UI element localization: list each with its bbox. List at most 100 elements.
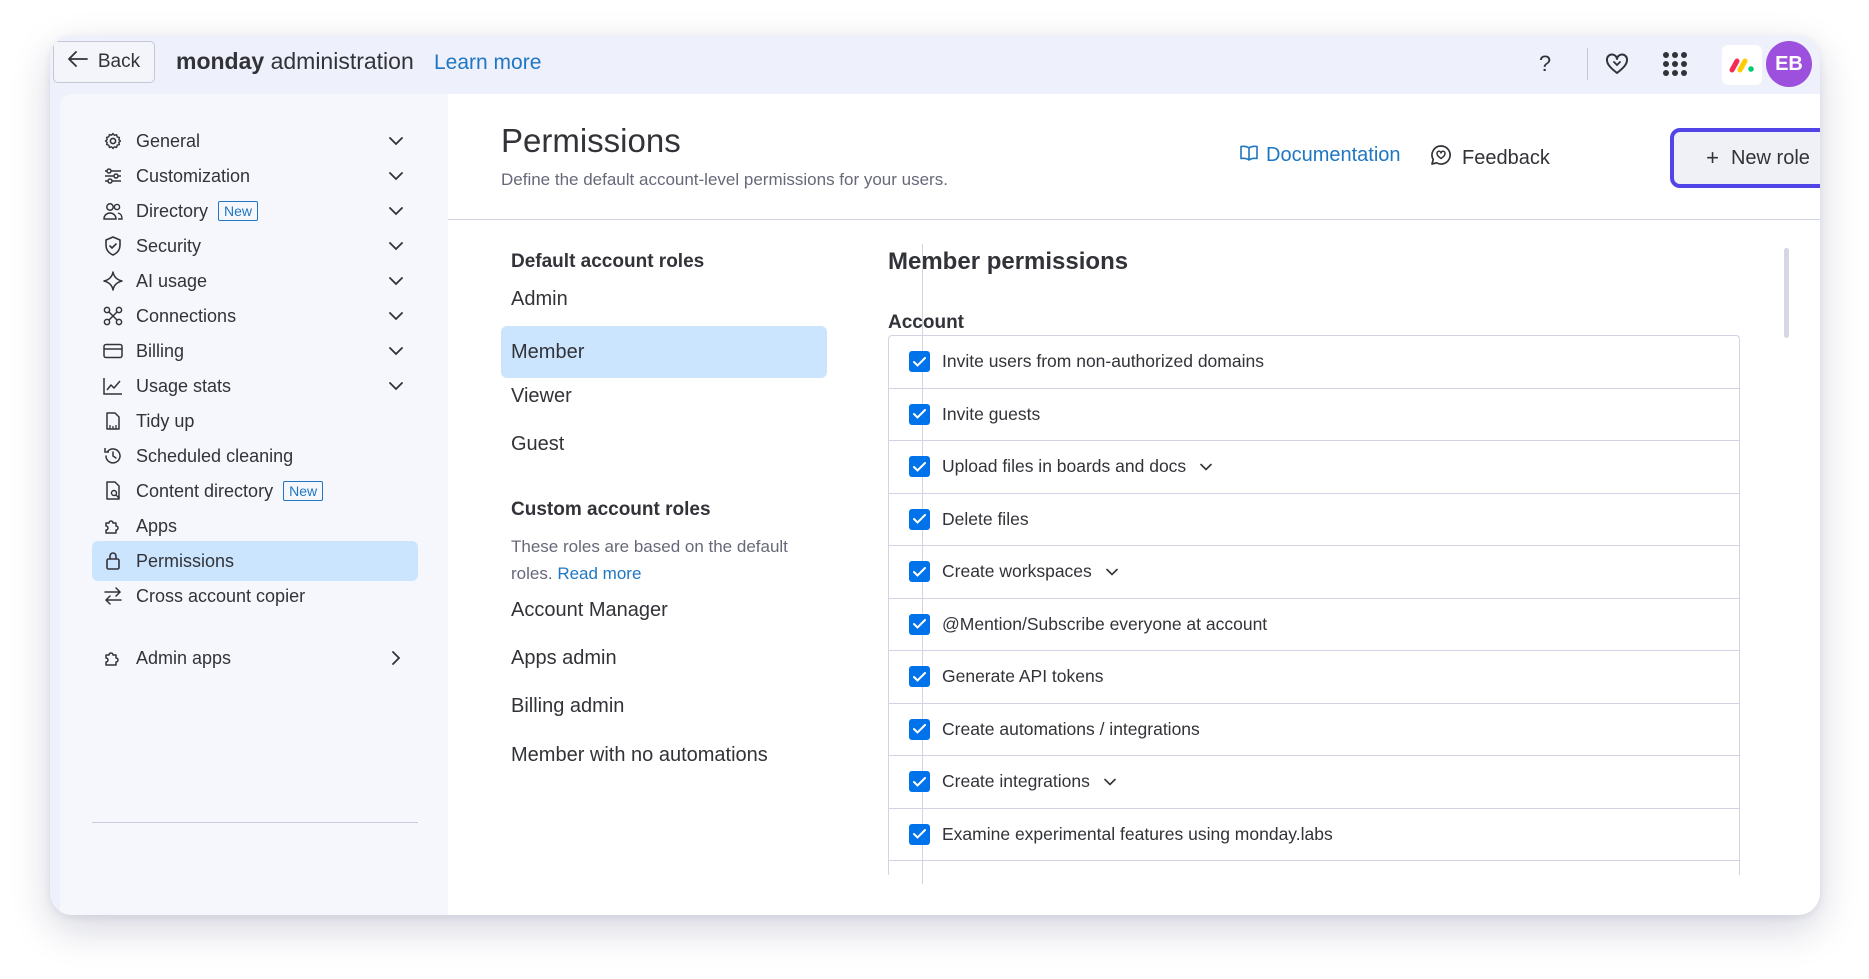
permission-label: Invite guests: [942, 403, 1041, 424]
role-item-apps-admin[interactable]: Apps admin: [501, 632, 827, 684]
permission-label: Upload files in boards and docs: [942, 456, 1187, 477]
permission-label: Examine experimental features using mond…: [942, 823, 1333, 844]
role-item-billing-admin[interactable]: Billing admin: [501, 680, 827, 732]
puzzle-icon: [102, 515, 124, 537]
broom-icon: [102, 410, 124, 432]
sidebar-item-tidy-up[interactable]: Tidy up: [92, 401, 418, 441]
sidebar-item-directory[interactable]: Directory New: [92, 191, 418, 231]
checkbox[interactable]: [909, 613, 930, 635]
swap-icon: [102, 585, 124, 607]
sidebar-item-label: Billing: [136, 340, 185, 361]
sidebar-item-ai-usage[interactable]: AI usage: [92, 261, 418, 301]
documentation-link[interactable]: Documentation: [1240, 144, 1401, 167]
check-icon: [913, 671, 926, 682]
permission-label: Delete files: [942, 508, 1029, 529]
custom-roles-description: These roles are based on the default rol…: [511, 533, 831, 587]
role-item-guest[interactable]: Guest: [501, 418, 827, 470]
help-icon[interactable]: ?: [1528, 47, 1562, 81]
permission-label: @Mention/Subscribe everyone at account: [942, 613, 1268, 634]
read-more-link[interactable]: Read more: [557, 564, 641, 583]
sidebar-item-label: Tidy up: [136, 410, 195, 431]
checkbox[interactable]: [909, 403, 930, 425]
top-bar: Back monday administration Learn more ? …: [50, 36, 1820, 94]
avatar[interactable]: EB: [1766, 41, 1812, 87]
chevron-down-icon[interactable]: [386, 236, 406, 256]
new-role-button[interactable]: + New role: [1670, 128, 1820, 188]
permission-row: @Mention/Subscribe everyone at account: [889, 599, 1739, 651]
sidebar-item-label: Scheduled cleaning: [136, 445, 294, 466]
chevron-down-icon[interactable]: [386, 201, 406, 221]
sidebar-item-customization[interactable]: Customization: [92, 156, 418, 196]
sidebar-item-general[interactable]: General: [92, 121, 418, 161]
sidebar-item-label: Security: [136, 235, 202, 256]
chevron-right-icon[interactable]: [386, 648, 406, 668]
checkbox[interactable]: [909, 561, 930, 583]
app-title-brand: monday: [176, 48, 265, 74]
checkbox[interactable]: [909, 823, 930, 845]
permission-row: Upload files in boards and docs: [889, 441, 1739, 494]
app-window: Back monday administration Learn more ? …: [50, 36, 1820, 915]
sliders-icon: [102, 165, 124, 187]
new-role-label: New role: [1730, 146, 1810, 169]
role-label: Billing admin: [511, 694, 625, 717]
gear-icon: [102, 130, 124, 152]
checkbox[interactable]: [909, 666, 930, 688]
chevron-down-icon[interactable]: [386, 306, 406, 326]
permission-row: Create integrations: [889, 756, 1739, 809]
role-label: Guest: [511, 432, 565, 455]
sparkle-icon: [102, 270, 124, 292]
chevron-down-icon[interactable]: [1102, 774, 1118, 790]
sidebar-item-cross-account-copier[interactable]: Cross account copier: [92, 576, 418, 616]
role-item-viewer[interactable]: Viewer: [501, 370, 827, 422]
role-label: Member: [511, 340, 585, 363]
check-icon: [913, 409, 926, 420]
permission-label: Create automations / integrations: [942, 718, 1200, 739]
shield-icon: [102, 235, 124, 257]
sidebar-item-connections[interactable]: Connections: [92, 296, 418, 336]
book-icon: [1240, 144, 1258, 167]
role-item-admin[interactable]: Admin: [501, 273, 827, 325]
sidebar-item-label: Cross account copier: [136, 585, 306, 606]
sidebar-item-admin-apps[interactable]: Admin apps: [92, 638, 418, 678]
checkbox[interactable]: [909, 771, 930, 793]
permission-label: Create workspaces: [942, 561, 1092, 582]
permission-row: Invite guests: [889, 389, 1739, 441]
sidebar-item-scheduled-cleaning[interactable]: Scheduled cleaning: [92, 436, 418, 476]
page-subtitle: Define the default account-level permiss…: [501, 170, 948, 189]
sidebar-item-usage-stats[interactable]: Usage stats: [92, 366, 418, 406]
back-button[interactable]: Back: [53, 41, 155, 83]
learn-more-link[interactable]: Learn more: [434, 51, 541, 75]
apps-grid-icon[interactable]: [1658, 47, 1692, 81]
checkbox[interactable]: [909, 718, 930, 740]
check-icon: [913, 776, 926, 787]
arrow-left-icon: [67, 51, 88, 73]
checkbox[interactable]: [909, 351, 930, 373]
chevron-down-icon[interactable]: [386, 341, 406, 361]
permissions-list: Invite users from non-authorized domains…: [888, 335, 1740, 875]
new-badge: New: [218, 201, 259, 221]
sidebar-item-billing[interactable]: Billing: [92, 331, 418, 371]
checkbox[interactable]: [909, 456, 930, 478]
sidebar-item-permissions[interactable]: Permissions: [92, 541, 418, 581]
scrollbar[interactable]: [1784, 248, 1789, 338]
role-item-member-no-automations[interactable]: Member with no automations: [501, 729, 827, 781]
role-item-account-manager[interactable]: Account Manager: [501, 584, 827, 636]
sidebar-item-apps[interactable]: Apps: [92, 506, 418, 546]
feedback-button[interactable]: Feedback: [1430, 144, 1550, 172]
chevron-down-icon[interactable]: [386, 166, 406, 186]
monday-logo-icon[interactable]: [1722, 45, 1762, 85]
heart-icon[interactable]: [1600, 47, 1634, 81]
sidebar-item-security[interactable]: Security: [92, 226, 418, 266]
sidebar-item-label: Apps: [136, 515, 178, 536]
chevron-down-icon[interactable]: [386, 131, 406, 151]
chevron-down-icon[interactable]: [1104, 564, 1120, 580]
help-glyph: ?: [1538, 51, 1552, 76]
chevron-down-icon[interactable]: [386, 376, 406, 396]
chevron-down-icon[interactable]: [386, 271, 406, 291]
sidebar-item-content-directory[interactable]: Content directory New: [92, 471, 418, 511]
chevron-down-icon[interactable]: [1198, 459, 1214, 475]
sidebar-item-label: Permissions: [136, 550, 235, 571]
chart-icon: [102, 375, 124, 397]
feedback-icon: [1430, 144, 1452, 172]
checkbox[interactable]: [909, 508, 930, 530]
